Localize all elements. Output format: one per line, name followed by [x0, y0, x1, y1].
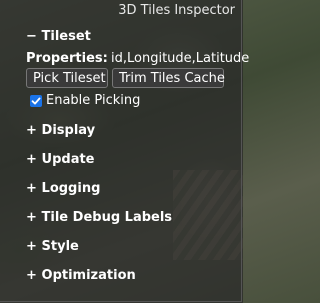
- expand-sign: +: [26, 268, 37, 283]
- checkmark-icon: [31, 97, 41, 104]
- panel-border: [0, 0, 242, 302]
- section-display-header[interactable]: + Display: [26, 123, 95, 138]
- trim-tiles-cache-button[interactable]: Trim Tiles Cache: [112, 68, 225, 88]
- expand-sign: +: [26, 123, 37, 138]
- section-style-header[interactable]: + Style: [26, 239, 79, 254]
- properties-value: id,Longitude,Latitude: [111, 51, 250, 66]
- enable-picking-label: Enable Picking: [46, 93, 141, 108]
- section-tile-debug-labels-label: Tile Debug Labels: [41, 210, 173, 225]
- section-logging-label: Logging: [41, 181, 101, 196]
- section-tileset-header[interactable]: − Tileset: [26, 29, 91, 44]
- section-optimization-label: Optimization: [41, 268, 136, 283]
- collapse-sign: −: [26, 29, 37, 44]
- enable-picking-row[interactable]: Enable Picking: [30, 93, 140, 108]
- section-logging-header[interactable]: + Logging: [26, 181, 100, 196]
- properties-row: Properties: id,Longitude,Latitude: [26, 51, 249, 66]
- inspector-panel: 3D Tiles Inspector − Tileset Properties:…: [0, 0, 249, 303]
- expand-sign: +: [26, 210, 37, 225]
- section-style-label: Style: [41, 239, 79, 254]
- section-update-label: Update: [41, 152, 95, 167]
- properties-label: Properties:: [26, 51, 108, 66]
- inspector-title: 3D Tiles Inspector: [118, 3, 235, 18]
- section-optimization-header[interactable]: + Optimization: [26, 268, 136, 283]
- expand-sign: +: [26, 239, 37, 254]
- section-tile-debug-labels-header[interactable]: + Tile Debug Labels: [26, 210, 172, 225]
- expand-sign: +: [26, 152, 37, 167]
- enable-picking-checkbox[interactable]: [30, 94, 42, 107]
- pick-tileset-button[interactable]: Pick Tileset: [26, 68, 108, 88]
- section-update-header[interactable]: + Update: [26, 152, 95, 167]
- expand-sign: +: [26, 181, 37, 196]
- section-display-label: Display: [41, 123, 96, 138]
- section-tileset-label: Tileset: [41, 29, 91, 44]
